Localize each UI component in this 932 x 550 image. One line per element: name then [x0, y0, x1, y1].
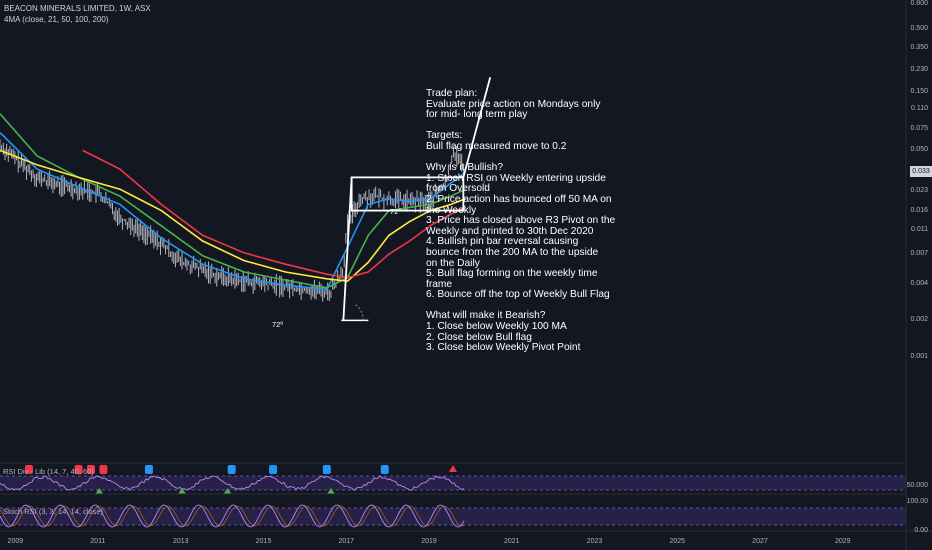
angle-arc-lower	[355, 303, 364, 321]
price-axis-label: 0.011	[911, 226, 928, 234]
price-axis-label: 0.800	[910, 0, 928, 7]
time-axis-label: 2023	[586, 538, 603, 545]
price-axis-label: 0.500	[910, 24, 928, 32]
ma-line-ma-200	[82, 149, 466, 279]
rsi-bull-marker	[227, 465, 236, 474]
rsi-bull-marker	[144, 465, 153, 474]
stoch-axis-top: 100.00	[906, 498, 928, 505]
current-price-tag: 0.033	[910, 166, 932, 177]
angle-label-upper: 72º	[390, 207, 402, 216]
price-axis-label: 0.350	[910, 43, 928, 51]
rsi-bear-marker	[449, 465, 457, 472]
time-axis-label: 2027	[752, 538, 768, 545]
time-axis-label: 2011	[90, 538, 106, 545]
time-axis-label: 2021	[503, 538, 520, 545]
time-axis-label: 2029	[834, 538, 851, 545]
rsi-bear-marker	[99, 465, 108, 474]
price-axis-label: 0.150	[910, 88, 928, 96]
price-bars	[0, 139, 466, 302]
stoch-axis-bottom: 0.00	[914, 527, 928, 534]
time-axis-label: 2013	[173, 538, 189, 545]
time-axis-label: 2017	[338, 538, 355, 545]
price-axis-label: 0.002	[910, 316, 928, 324]
price-axis-label: 0.016	[910, 206, 928, 214]
price-axis-label: 0.023	[910, 187, 928, 195]
stoch-panel-label[interactable]: Stoch RSI (3, 3, 14, 14, close)	[3, 507, 103, 516]
price-axis-label: 0.075	[910, 125, 928, 132]
price-axis-label: 0.230	[910, 65, 928, 73]
rsi-bull-marker	[322, 465, 331, 474]
rsi-bull-marker	[269, 465, 278, 474]
rsi-axis-value: 50.000	[906, 482, 928, 489]
time-axis-label: 2015	[255, 538, 272, 545]
rsi-panel-label[interactable]: RSI Div - Lib (14, 7, 40, 60)	[3, 467, 94, 476]
rsi-bull-marker	[380, 465, 389, 474]
trade-plan-note[interactable]: Trade plan: Evaluate price action on Mon…	[426, 88, 626, 354]
angle-label-lower: 72º	[272, 320, 284, 329]
flag-pole-line	[342, 177, 353, 321]
price-axis-label: 0.004	[910, 279, 928, 287]
time-axis-label: 2019	[421, 538, 437, 545]
time-axis-label: 2009	[7, 538, 24, 545]
time-axis-label: 2025	[669, 538, 686, 545]
indicator-panels	[0, 465, 906, 528]
price-axis-label: 0.007	[910, 250, 928, 258]
price-axis-label: 0.001	[910, 353, 928, 360]
price-axis-label: 0.110	[911, 104, 928, 112]
price-axis-label: 0.050	[910, 146, 928, 154]
